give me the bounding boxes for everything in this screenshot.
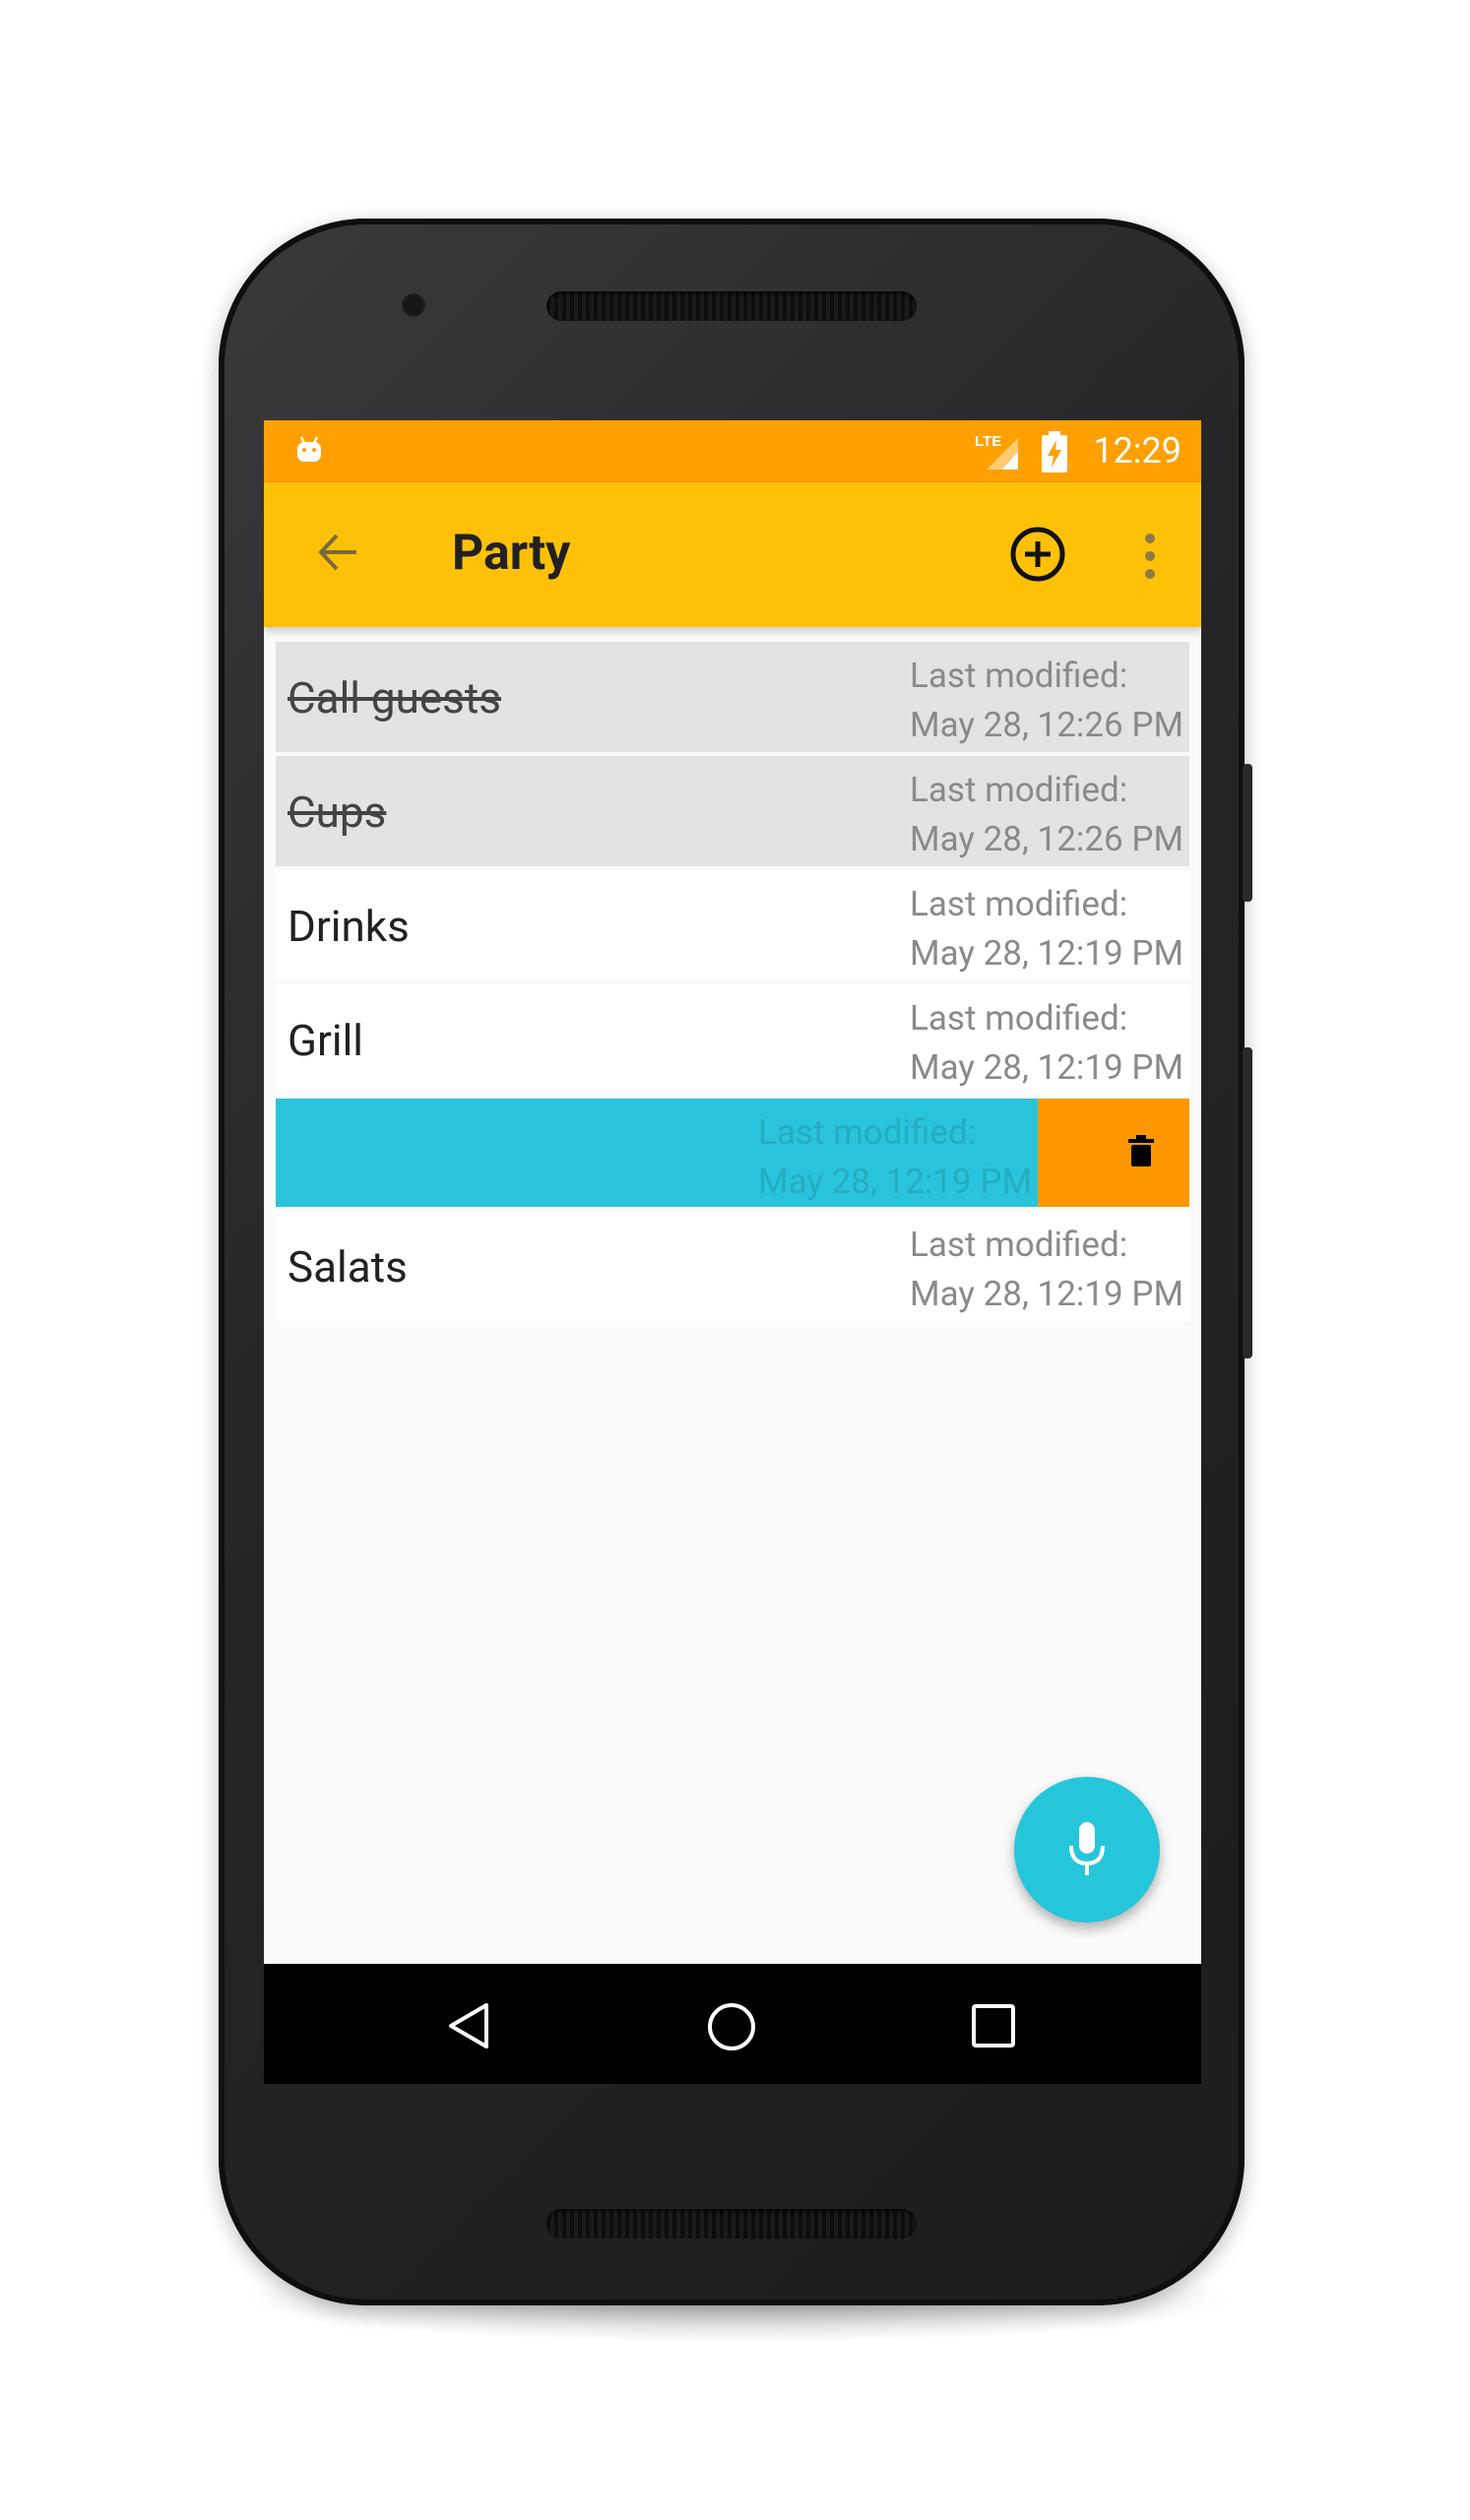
todo-list: Call guests Last modified: May 28, 12:26… — [276, 642, 1189, 1325]
side-button-top — [1243, 764, 1252, 902]
navigation-bar — [264, 1964, 1201, 2084]
status-bar: LTE 12:29 — [264, 420, 1201, 482]
delete-icon[interactable] — [1128, 1135, 1154, 1166]
last-modified-date: May 28, 12:19 PM — [910, 933, 1183, 974]
nav-home-icon[interactable] — [706, 2001, 757, 2052]
front-camera — [402, 293, 425, 317]
last-modified-label: Last modified: — [910, 656, 1128, 696]
last-modified-date: May 28, 12:26 PM — [910, 705, 1183, 745]
battery-charging-icon — [1042, 431, 1067, 472]
item-title: Call guests — [288, 672, 501, 724]
back-arrow-icon[interactable] — [313, 528, 362, 577]
item-last-modified: Last modified: May 28, 12:26 PM — [910, 766, 1183, 864]
last-modified-date: May 28, 12:26 PM — [910, 819, 1183, 859]
list-item[interactable]: Cups Last modified: May 28, 12:26 PM — [276, 756, 1189, 866]
lte-signal-icon: LTE — [975, 433, 1018, 470]
list-item[interactable]: Drinks Last modified: May 28, 12:19 PM — [276, 870, 1189, 980]
list-item[interactable]: Salats Last modified: May 28, 12:19 PM — [276, 1211, 1189, 1321]
microphone-icon — [1069, 1822, 1105, 1875]
item-last-modified: Last modified: May 28, 12:19 PM — [910, 880, 1183, 978]
side-button-bottom — [1243, 1047, 1252, 1358]
nav-recents-icon[interactable] — [971, 2003, 1016, 2048]
item-last-modified: Last modified: May 28, 12:19 PM — [910, 1221, 1183, 1319]
last-modified-label: Last modified: — [758, 1112, 977, 1153]
top-speaker — [546, 291, 917, 321]
add-circle-icon[interactable] — [1008, 525, 1067, 584]
list-item[interactable]: Call guests Last modified: May 28, 12:26… — [276, 642, 1189, 752]
voice-input-fab[interactable] — [1014, 1777, 1160, 1922]
svg-text:LTE: LTE — [975, 433, 1001, 450]
app-toolbar: Party — [264, 482, 1201, 627]
item-last-modified: Last modified: May 28, 12:19 PM — [758, 1108, 1032, 1207]
screen: LTE 12:29 Party Call guests Last modifie… — [264, 420, 1201, 2084]
last-modified-label: Last modified: — [910, 884, 1128, 924]
last-modified-date: May 28, 12:19 PM — [910, 1047, 1183, 1088]
list-item[interactable]: Grill Last modified: May 28, 12:19 PM — [276, 984, 1189, 1095]
item-title: Cups — [288, 787, 387, 838]
last-modified-label: Last modified: — [910, 998, 1128, 1039]
last-modified-date: May 28, 12:19 PM — [910, 1274, 1183, 1314]
item-last-modified: Last modified: May 28, 12:19 PM — [910, 994, 1183, 1093]
item-last-modified: Last modified: May 28, 12:26 PM — [910, 652, 1183, 750]
bottom-speaker — [546, 2209, 917, 2238]
more-vert-icon[interactable] — [1140, 532, 1160, 581]
nav-back-icon[interactable] — [447, 2001, 492, 2050]
toolbar-title: Party — [452, 525, 571, 582]
list-item-swiped[interactable]: Last modified: May 28, 12:19 PM — [276, 1099, 1189, 1207]
last-modified-date: May 28, 12:19 PM — [758, 1162, 1032, 1202]
last-modified-label: Last modified: — [910, 770, 1128, 810]
status-time: 12:29 — [1093, 430, 1182, 472]
item-title: Drinks — [288, 901, 410, 952]
android-notification-icon — [297, 436, 321, 462]
item-title: Salats — [288, 1241, 408, 1292]
last-modified-label: Last modified: — [910, 1225, 1128, 1265]
item-title: Grill — [288, 1015, 363, 1066]
